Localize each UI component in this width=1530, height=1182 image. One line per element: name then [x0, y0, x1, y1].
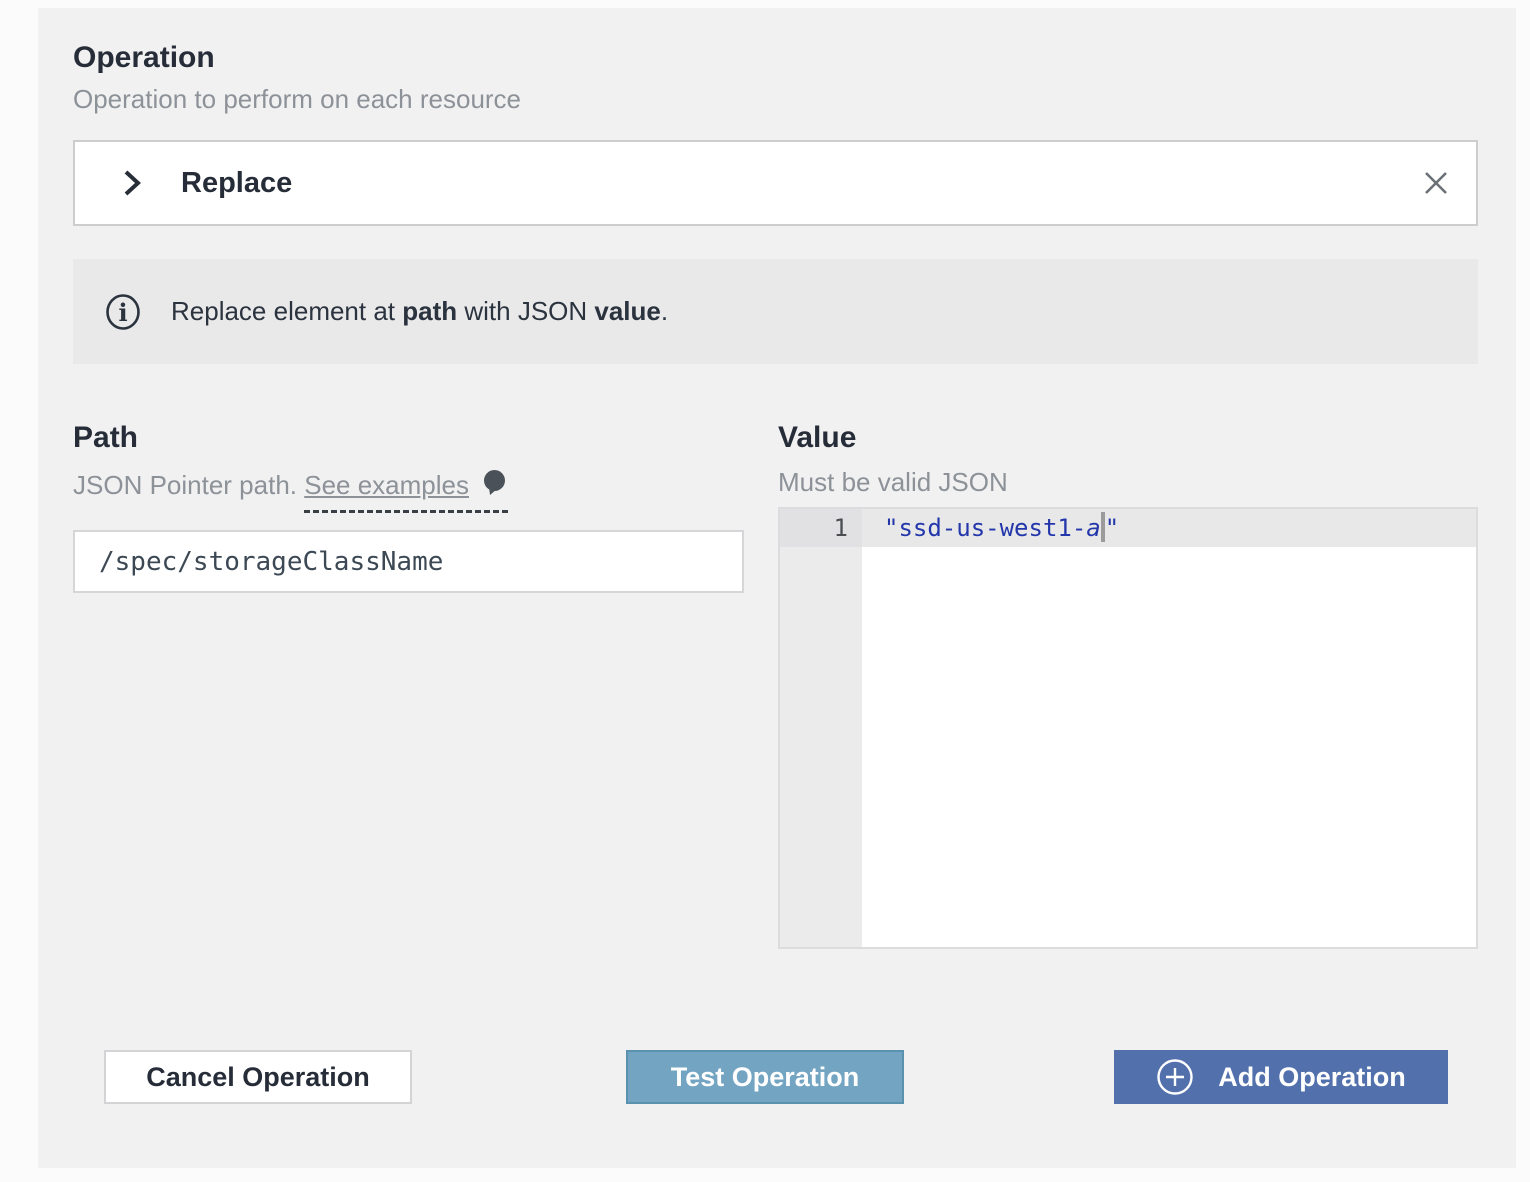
path-input[interactable]	[73, 530, 744, 593]
json-value-editor[interactable]: 1 "ssd-us-west1-a"	[778, 507, 1478, 949]
plus-circle-icon	[1156, 1058, 1194, 1096]
cancel-operation-button[interactable]: Cancel Operation	[104, 1050, 412, 1104]
value-title: Value	[778, 421, 1478, 454]
editor-line-1: "ssd-us-west1-a"	[862, 509, 1476, 547]
speech-bubble-icon[interactable]	[481, 469, 508, 501]
value-subtitle: Must be valid JSON	[778, 469, 1478, 496]
path-subtitle: JSON Pointer path. See examples	[73, 469, 744, 513]
editor-gutter: 1	[780, 509, 862, 947]
svg-text:i: i	[118, 298, 127, 327]
value-section: Value Must be valid JSON 1 "ssd-us-west1…	[778, 421, 1478, 949]
editor-content[interactable]: "ssd-us-west1-a"	[862, 509, 1476, 947]
operation-panel: Operation Operation to perform on each r…	[38, 8, 1516, 1168]
add-operation-label: Add Operation	[1218, 1062, 1406, 1093]
add-operation-button[interactable]: Add Operation	[1114, 1050, 1448, 1104]
operation-select[interactable]: Replace	[73, 140, 1478, 226]
line-number: 1	[780, 509, 862, 547]
path-title: Path	[73, 421, 744, 454]
close-icon[interactable]	[1416, 163, 1456, 203]
operation-subtitle: Operation to perform on each resource	[73, 84, 1478, 115]
info-banner: i Replace element at path with JSON valu…	[73, 259, 1478, 364]
banner-text: Replace element at path with JSON value.	[171, 296, 668, 327]
operation-selected-value: Replace	[181, 167, 292, 200]
test-operation-button[interactable]: Test Operation	[626, 1050, 904, 1104]
chevron-right-icon	[120, 167, 144, 199]
path-section: Path JSON Pointer path. See examples	[73, 421, 744, 949]
info-circle-icon: i	[105, 294, 141, 330]
see-examples-link[interactable]: See examples	[304, 470, 469, 500]
operation-title: Operation	[73, 41, 1478, 74]
